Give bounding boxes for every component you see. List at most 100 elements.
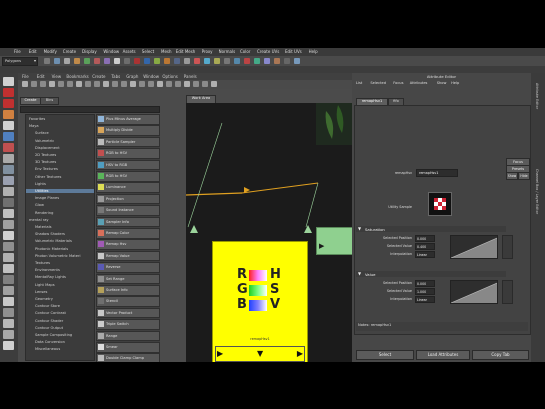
side-tab-attribute-editor[interactable]: Attribute Editor — [535, 83, 539, 109]
menu-mesh[interactable]: Mesh — [161, 49, 172, 54]
tree-item-volumetric[interactable]: Volumetric — [35, 139, 54, 143]
tool-icon[interactable] — [3, 275, 14, 284]
toolbar-tool-icon[interactable] — [94, 58, 100, 64]
ae-menu-selected[interactable]: Selected — [370, 81, 386, 85]
tree-item-shadow-shaders[interactable]: Shadow Shaders — [35, 232, 65, 236]
tool-icon[interactable] — [3, 99, 14, 108]
tree-item-utilities[interactable]: Utilities — [26, 189, 94, 193]
hypershade-menu-view[interactable]: View — [52, 74, 62, 79]
tree-item-photon-volumetric-materi[interactable]: Photon Volumetric Materi — [35, 254, 80, 258]
menu-edit-uvs[interactable]: Edit UVs — [285, 49, 302, 54]
node-button-remap-color[interactable]: Remap Color — [96, 228, 160, 239]
tree-item-maya[interactable]: Maya — [29, 124, 39, 128]
hypershade-toolbar-icon[interactable] — [157, 81, 163, 87]
load-attributes-button[interactable]: Load Attributes — [416, 350, 470, 360]
toolbar-tool-icon[interactable] — [124, 58, 130, 64]
toolbar-tool-icon[interactable] — [134, 58, 140, 64]
hypershade-menu-file[interactable]: File — [22, 74, 29, 79]
remap-hsv-node[interactable]: R G B H S V remapHsv1 ▶ ▼ ▶ — [212, 241, 308, 362]
menu-modify[interactable]: Modify — [44, 49, 57, 54]
ramp-side-button[interactable] — [502, 280, 513, 304]
toolbar-tool-icon[interactable] — [234, 58, 240, 64]
menu-create-uvs[interactable]: Create UVs — [257, 49, 279, 54]
hypershade-toolbar-icon[interactable] — [175, 81, 181, 87]
attr-field[interactable]: Linear — [415, 251, 435, 258]
toolbar-tool-icon[interactable] — [114, 58, 120, 64]
tree-item-favorites[interactable]: Favorites — [29, 117, 45, 121]
tool-icon[interactable] — [3, 187, 14, 196]
hypershade-menu-panels[interactable]: Panels — [184, 74, 197, 79]
tool-icon[interactable] — [3, 209, 14, 218]
hypershade-toolbar-icon[interactable] — [193, 81, 199, 87]
ramp-graph[interactable] — [450, 280, 498, 304]
node-button-rgb-to-hsv[interactable]: RGB to HSV — [96, 171, 160, 182]
tree-item-photonic-materials[interactable]: Photonic Materials — [35, 247, 68, 251]
tree-item-image-planes[interactable]: Image Planes — [35, 196, 59, 200]
create-filter-field[interactable] — [20, 106, 160, 113]
menu-edit[interactable]: Edit — [29, 49, 37, 54]
node-button-rgb-to-hsv[interactable]: RGB to HSV — [96, 148, 160, 159]
node-button-set-range[interactable]: Set Range — [96, 273, 160, 285]
toolbar-tool-icon[interactable] — [254, 58, 260, 64]
node-button-remap-value[interactable]: Remap Value — [96, 250, 160, 262]
output-port-icon[interactable]: ▶ — [217, 349, 223, 358]
node-button-vector-product[interactable]: Vector Product — [96, 307, 160, 319]
section-saturation[interactable]: ▼ Saturation — [356, 226, 506, 232]
select-button[interactable]: Select — [356, 350, 414, 360]
attr-field[interactable]: 1.000 — [415, 288, 435, 295]
tree-item-2d-textures[interactable]: 2D Textures — [35, 153, 56, 157]
tool-icon[interactable] — [3, 110, 14, 119]
tab-bins[interactable]: Bins — [40, 97, 59, 105]
tree-item-other-textures[interactable]: Other Textures — [35, 175, 61, 179]
hypershade-toolbar-icon[interactable] — [49, 81, 55, 87]
hypershade-toolbar-icon[interactable] — [112, 81, 118, 87]
toolbar-tool-icon[interactable] — [284, 58, 290, 64]
toolbar-tool-icon[interactable] — [144, 58, 150, 64]
hypershade-menu-options[interactable]: Options — [162, 74, 177, 79]
tree-item-materials[interactable]: Materials — [35, 225, 51, 229]
hypershade-menu-window[interactable]: Window — [143, 74, 159, 79]
node-button-hsv-to-rgb[interactable]: HSV to RGB — [96, 159, 160, 171]
work-area-graph[interactable]: ▶ R G B H S V remapHsv1 ▶ ▼ ▶ — [186, 103, 354, 362]
tree-item-lights[interactable]: Lights — [35, 182, 46, 186]
toolbar-tool-icon[interactable] — [174, 58, 180, 64]
ramp-side-button[interactable] — [502, 235, 513, 259]
node-button-remap-hsv[interactable]: Remap Hsv — [96, 239, 160, 250]
expand-port-icon[interactable]: ▼ — [257, 349, 263, 358]
hypershade-toolbar-icon[interactable] — [31, 81, 37, 87]
tree-item-miscellaneous[interactable]: Miscellaneous — [35, 347, 60, 351]
hypershade-menu-tabs[interactable]: Tabs — [111, 74, 120, 79]
hypershade-toolbar-icon[interactable] — [148, 81, 154, 87]
hypershade-toolbar-icon[interactable] — [202, 81, 208, 87]
tree-item-displacement[interactable]: Displacement — [35, 146, 60, 150]
hypershade-toolbar-icon[interactable] — [103, 81, 109, 87]
tree-item-contour-output[interactable]: Contour Output — [35, 326, 63, 330]
node-button-sound-instance[interactable]: Sound Instance — [96, 205, 160, 216]
toolbar-tool-icon[interactable] — [194, 58, 200, 64]
show-button[interactable]: Show — [506, 172, 518, 180]
attr-field[interactable]: 0.000 — [415, 280, 435, 287]
node-button-surface-info[interactable]: Surface Info — [96, 285, 160, 296]
workspace-dropdown[interactable]: Polygons ▾ — [2, 57, 38, 66]
tree-item-rendering[interactable]: Rendering — [35, 211, 53, 215]
hypershade-toolbar-icon[interactable] — [211, 81, 217, 87]
tool-icon[interactable] — [3, 220, 14, 229]
tool-icon[interactable] — [3, 341, 14, 350]
toolbar-tool-icon[interactable] — [64, 58, 70, 64]
hypershade-toolbar-icon[interactable] — [85, 81, 91, 87]
ae-menu-attributes[interactable]: Attributes — [410, 81, 428, 85]
copy-tab-button[interactable]: Copy Tab — [472, 350, 529, 360]
hypershade-menu-create[interactable]: Create — [92, 74, 105, 79]
menu-proxy[interactable]: Proxy — [202, 49, 213, 54]
input-port-icon[interactable]: ▶ — [297, 349, 303, 358]
tree-item-contour-shader[interactable]: Contour Shader — [35, 319, 63, 323]
tool-icon[interactable] — [3, 231, 14, 240]
menu-window[interactable]: Window — [103, 49, 119, 54]
tree-item-mentalray-lights[interactable]: MentalRay Lights — [35, 275, 66, 279]
toolbar-tool-icon[interactable] — [204, 58, 210, 64]
node-button-reverse[interactable]: Reverse — [96, 262, 160, 273]
tree-item-textures[interactable]: Textures — [35, 261, 50, 265]
toolbar-tool-icon[interactable] — [54, 58, 60, 64]
ae-menu-show[interactable]: Show — [437, 81, 447, 85]
tree-item-contour-contrast[interactable]: Contour Contrast — [35, 311, 66, 315]
